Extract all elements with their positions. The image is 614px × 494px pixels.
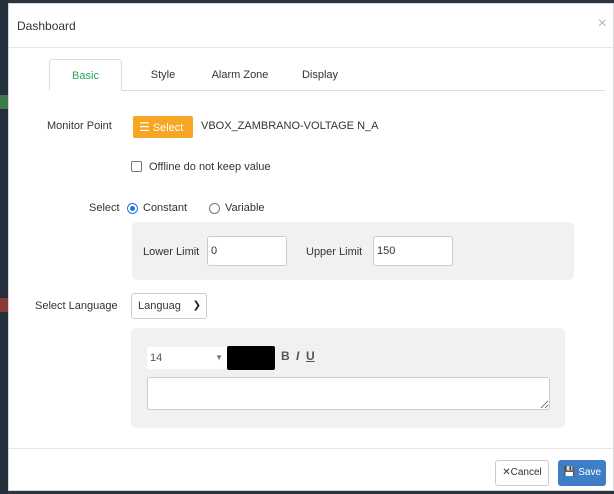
dialog-header: Dashboard × <box>9 4 613 48</box>
monitor-point-value: VBOX_ZAMBRANO-VOLTAGE N_A <box>201 120 379 132</box>
background-marker <box>0 298 8 312</box>
radio-variable-label: Variable <box>225 202 265 214</box>
radio-constant[interactable] <box>127 203 138 214</box>
floppy-disk-icon: 💾 <box>562 467 576 478</box>
select-button-label: Select <box>152 122 184 134</box>
underline-button[interactable]: U <box>306 349 315 363</box>
tab-basic[interactable]: Basic <box>49 59 122 91</box>
language-select-value: Languag <box>138 300 181 312</box>
tab-display[interactable]: Display <box>291 59 349 91</box>
dashboard-dialog: Dashboard × Basic Style Alarm Zone Displ… <box>8 3 614 491</box>
select-mode-label: Select <box>89 202 120 214</box>
monitor-point-label: Monitor Point <box>47 120 112 132</box>
radio-variable[interactable] <box>209 203 220 214</box>
cancel-label: Cancel <box>510 467 542 478</box>
chevron-down-icon: ❯ <box>192 300 201 311</box>
font-size-value: 14 <box>150 352 163 364</box>
text-color-picker[interactable] <box>227 346 275 370</box>
bold-button[interactable]: B <box>281 349 290 363</box>
language-select[interactable]: Languag ❯ <box>131 293 207 319</box>
save-label: Save <box>578 467 602 478</box>
upper-limit-input[interactable] <box>373 236 453 266</box>
tab-divider <box>49 90 605 91</box>
lower-limit-input[interactable] <box>207 236 287 266</box>
list-icon: ☰ <box>139 120 150 134</box>
tab-alarm-zone[interactable]: Alarm Zone <box>202 59 278 91</box>
select-monitor-button[interactable]: ☰ Select <box>133 116 193 138</box>
dialog-title: Dashboard <box>17 19 76 33</box>
save-button[interactable]: 💾 Save <box>558 460 606 486</box>
cancel-button[interactable]: ✕Cancel <box>495 460 549 486</box>
close-icon: ✕ <box>502 467 511 478</box>
upper-limit-label: Upper Limit <box>306 246 363 258</box>
text-content-area[interactable] <box>147 377 550 410</box>
tab-style[interactable]: Style <box>141 59 185 91</box>
radio-constant-label: Constant <box>143 202 188 214</box>
close-icon[interactable]: × <box>598 15 607 33</box>
offline-label: Offline do not keep value <box>149 161 271 173</box>
font-size-select[interactable]: 14 ▼ <box>147 347 227 369</box>
caret-down-icon: ▼ <box>215 353 223 362</box>
select-language-label: Select Language <box>35 300 118 312</box>
italic-button[interactable]: I <box>296 349 299 363</box>
background-page <box>0 0 8 494</box>
footer-divider <box>9 448 613 449</box>
offline-checkbox[interactable] <box>131 161 142 172</box>
lower-limit-label: Lower Limit <box>143 246 200 258</box>
background-marker <box>0 95 8 109</box>
